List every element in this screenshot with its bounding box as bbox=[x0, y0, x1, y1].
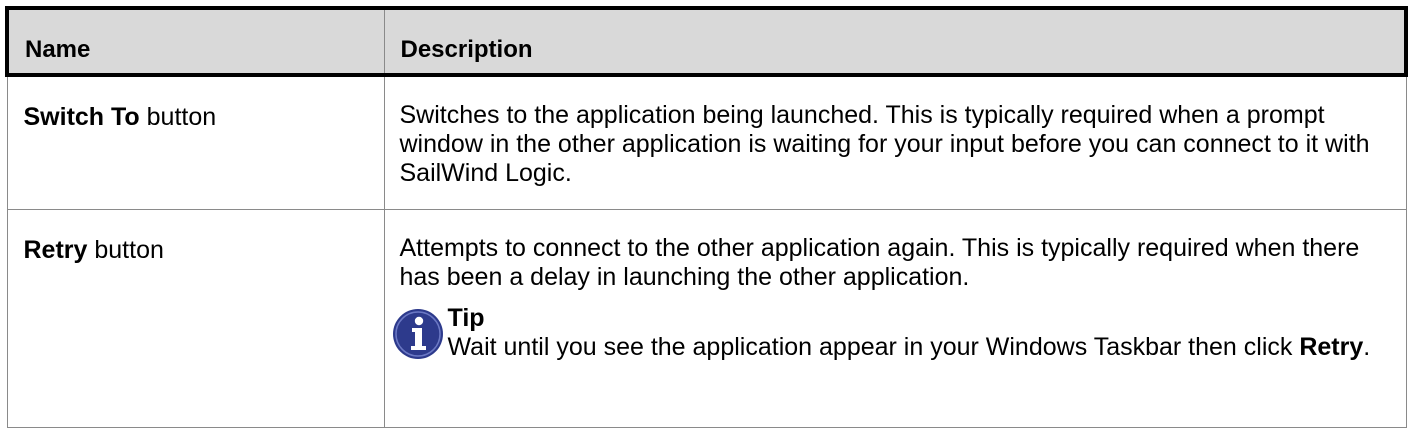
table-header-row: Name Description bbox=[5, 6, 1408, 77]
row-description-cell: Attempts to connect to the other applica… bbox=[383, 208, 1407, 428]
row-description-cell: Switches to the application being launch… bbox=[383, 74, 1407, 210]
header-description: Description bbox=[383, 6, 1408, 77]
row-name-cell: Retry button bbox=[6, 208, 385, 428]
header-name: Name bbox=[5, 6, 385, 77]
row-name-suffix: button bbox=[87, 235, 164, 264]
tip-note: Tip Wait until you see the application a… bbox=[392, 303, 1390, 362]
tip-title: Tip bbox=[447, 303, 485, 332]
options-table: Name Description Switch To button Switch… bbox=[5, 6, 1408, 428]
row-name-suffix: button bbox=[139, 103, 217, 131]
tip-body-text: Wait until you see the application appea… bbox=[447, 332, 1300, 361]
tip-retry-label: Retry bbox=[1299, 332, 1364, 361]
info-icon bbox=[392, 308, 443, 359]
switch-to-description: Switches to the application being launch… bbox=[399, 101, 1370, 187]
row-name-cell: Switch To button bbox=[6, 74, 385, 210]
retry-label: Retry bbox=[23, 235, 88, 264]
table-row: Switch To button Switches to the applica… bbox=[6, 74, 1407, 210]
table-row: Retry button Attempts to connect to the … bbox=[6, 208, 1407, 428]
switch-to-label: Switch To bbox=[23, 103, 140, 131]
tip-body-end: . bbox=[1363, 332, 1371, 361]
retry-description: Attempts to connect to the other applica… bbox=[399, 233, 1360, 291]
tip-body: Wait until you see the application appea… bbox=[448, 333, 1390, 362]
